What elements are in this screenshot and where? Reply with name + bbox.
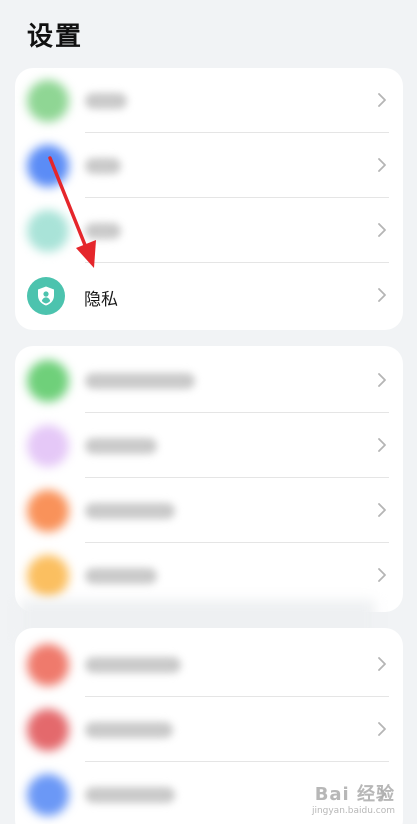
settings-group-1: 隐私 — [15, 68, 403, 330]
green-app-icon — [27, 80, 69, 122]
settings-row-2[interactable] — [15, 133, 403, 198]
chevron-right-icon — [377, 372, 387, 388]
chevron-right-icon — [377, 567, 387, 583]
settings-row-1[interactable] — [15, 68, 403, 133]
watermark-brand: Bai 经验 — [314, 784, 395, 805]
blurred-label — [85, 657, 181, 673]
blurred-label — [85, 93, 127, 109]
teal-app-icon — [27, 210, 69, 252]
chevron-right-icon — [377, 92, 387, 108]
blurred-label — [85, 503, 175, 519]
settings-group-2 — [15, 346, 403, 612]
blurred-label — [85, 568, 157, 584]
settings-row-7[interactable] — [15, 478, 403, 543]
blurred-label — [85, 438, 157, 454]
settings-row-10[interactable] — [15, 697, 403, 762]
privacy-shield-icon — [27, 277, 65, 315]
page-title: 设置 — [27, 22, 84, 52]
chevron-right-icon — [377, 721, 387, 737]
blurred-label — [85, 223, 121, 239]
settings-row-privacy[interactable]: 隐私 — [15, 263, 403, 328]
blurred-label — [85, 722, 173, 738]
chevron-right-icon — [377, 222, 387, 238]
settings-row-9[interactable] — [15, 632, 403, 697]
purple-app-icon — [27, 425, 69, 467]
red-app-icon — [27, 644, 69, 686]
orange-app-icon — [27, 490, 69, 532]
watermark: Bai 经验 jingyan.baidu.com — [312, 780, 395, 816]
chevron-right-icon — [377, 502, 387, 518]
settings-row-5[interactable] — [15, 348, 403, 413]
settings-row-6[interactable] — [15, 413, 403, 478]
watermark-url: jingyan.baidu.com — [311, 806, 395, 816]
privacy-label: 隐私 — [84, 290, 118, 310]
blurred-label — [85, 373, 195, 389]
chevron-right-icon — [377, 287, 387, 303]
chevron-right-icon — [377, 437, 387, 453]
blue-app-icon — [27, 145, 69, 187]
settings-row-8[interactable] — [15, 543, 403, 608]
chevron-right-icon — [377, 157, 387, 173]
green-app-icon — [27, 360, 69, 402]
chevron-right-icon — [377, 656, 387, 672]
yellow-app-icon — [27, 555, 69, 597]
blue-app-icon — [27, 774, 69, 816]
settings-row-3[interactable] — [15, 198, 403, 263]
blurred-label — [85, 787, 175, 803]
blurred-label — [85, 158, 121, 174]
red-app-icon — [27, 709, 69, 751]
